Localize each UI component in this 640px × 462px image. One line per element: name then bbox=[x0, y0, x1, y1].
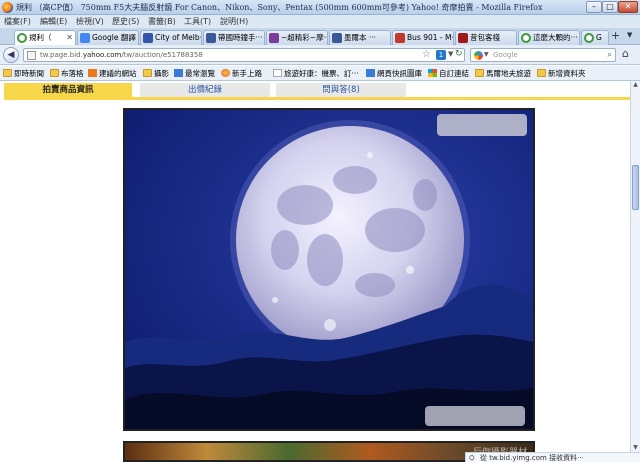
bookmark-item[interactable]: 網頁快訊圖庫 bbox=[366, 68, 422, 79]
search-engine-dropdown-icon[interactable]: ▼ bbox=[484, 51, 489, 58]
close-window-button[interactable]: ✕ bbox=[618, 1, 638, 13]
new-tab-icon[interactable]: + bbox=[611, 29, 620, 42]
inn-icon bbox=[458, 33, 468, 43]
tab-bid-history[interactable]: 出價紀錄 bbox=[140, 83, 270, 97]
most-visited-icon bbox=[174, 69, 183, 77]
url-text: tw.page.bid.yahoo.com/tw/auction/e517883… bbox=[40, 51, 203, 59]
tab-label: 墨爾本 ··· bbox=[344, 33, 377, 42]
tab-facebook-2[interactable]: 墨爾本 ··· bbox=[329, 30, 391, 45]
folder-icon bbox=[50, 69, 59, 77]
city-icon bbox=[143, 33, 153, 43]
home-icon[interactable]: ⌂ bbox=[622, 47, 629, 60]
loading-icon bbox=[584, 33, 594, 43]
bookmark-item[interactable]: 建議的網站 bbox=[88, 68, 137, 79]
tab-label: ~超精彩~摩··· bbox=[281, 33, 328, 42]
tab-item-info[interactable]: 拍賣商品資訊 bbox=[4, 83, 132, 97]
window-title-bar: 規利 （高CP值） 750mm F5大夫腦反射鏡 For Canon、Nikon… bbox=[0, 0, 640, 15]
bookmark-star-icon[interactable]: ☆ bbox=[422, 49, 431, 60]
tab-overflow[interactable]: G bbox=[581, 30, 609, 45]
tab-label: G bbox=[596, 33, 602, 42]
tab-questions[interactable]: 問與答(8) bbox=[276, 83, 406, 97]
list-all-tabs-icon[interactable]: ▼ bbox=[627, 31, 632, 39]
bookmark-item[interactable]: 新增資料夾 bbox=[537, 68, 586, 79]
vertical-scrollbar[interactable]: ▲ ▼ bbox=[630, 81, 640, 453]
tab-facebook-1[interactable]: 帶國時鐘手··· bbox=[203, 30, 265, 45]
facebook-icon bbox=[206, 33, 216, 43]
firefox-icon bbox=[221, 69, 230, 77]
search-icon[interactable]: ⌕ bbox=[608, 50, 612, 60]
tab-label: City of Melb··· bbox=[155, 33, 202, 42]
url-dropdown-icon[interactable]: ▼ bbox=[448, 50, 453, 58]
tab-active[interactable]: 規利（ ✕ bbox=[14, 30, 76, 46]
menu-help[interactable]: 說明(H) bbox=[220, 16, 248, 27]
loading-icon bbox=[521, 33, 531, 43]
tab-strip: 規利（ ✕ Google 翻譯 City of Melb··· 帶國時鐘手···… bbox=[0, 28, 640, 46]
facebook-icon bbox=[332, 33, 342, 43]
scroll-up-icon[interactable]: ▲ bbox=[631, 81, 640, 90]
menu-edit[interactable]: 編輯(E) bbox=[40, 16, 67, 27]
tab-label: 規利（ bbox=[29, 33, 52, 42]
folder-icon bbox=[3, 69, 12, 77]
bookmark-item[interactable]: 布落格 bbox=[50, 68, 84, 79]
loading-icon bbox=[17, 33, 27, 43]
bookmark-item[interactable]: 攝影 bbox=[143, 68, 169, 79]
menu-tools[interactable]: 工具(T) bbox=[184, 16, 211, 27]
reload-icon[interactable]: ↻ bbox=[455, 49, 463, 59]
yahoo-icon bbox=[269, 33, 279, 43]
menu-history[interactable]: 歷史(S) bbox=[112, 16, 139, 27]
tab-label: Bus 901 - M··· bbox=[407, 33, 454, 42]
google-translate-icon bbox=[80, 33, 90, 43]
tab-yahoo[interactable]: ~超精彩~摩··· bbox=[266, 30, 328, 45]
info-badge[interactable]: 1 bbox=[436, 50, 446, 60]
bookmark-item[interactable]: 旅遊好康：機票、訂··· bbox=[273, 68, 359, 79]
web-slice-icon bbox=[366, 69, 375, 77]
tab-label: 昔包客棧 bbox=[470, 33, 500, 42]
search-box[interactable]: ▼ Google ⌕ bbox=[470, 48, 616, 62]
bookmarks-toolbar: 即時新聞 布落格 建議的網站 攝影 最常瀏覽 新手上路 旅遊好康：機票、訂···… bbox=[0, 66, 640, 81]
maximize-button[interactable]: □ bbox=[602, 1, 618, 13]
bookmark-item[interactable]: 自訂連結 bbox=[428, 68, 469, 79]
scroll-thumb[interactable] bbox=[632, 165, 639, 210]
full-moon-image bbox=[125, 110, 533, 429]
folder-icon bbox=[475, 69, 484, 77]
back-button[interactable]: ◀ bbox=[3, 47, 19, 63]
product-photo[interactable] bbox=[123, 108, 535, 431]
menu-bookmarks[interactable]: 書籤(B) bbox=[148, 16, 176, 27]
window-title: 規利 （高CP值） 750mm F5大夫腦反射鏡 For Canon、Nikon… bbox=[16, 3, 543, 12]
bookmark-item[interactable]: 最常瀏覽 bbox=[174, 68, 215, 79]
address-bar[interactable]: tw.page.bid.yahoo.com/tw/auction/e517883… bbox=[23, 48, 465, 62]
page-content: 拍賣商品資訊 出價紀錄 問與答(8) bbox=[0, 81, 630, 462]
status-text: 從 tw.bid.yimg.com 接收資料··· bbox=[480, 454, 584, 462]
search-placeholder: Google bbox=[493, 51, 518, 59]
folder-icon bbox=[143, 69, 152, 77]
menu-bar: 檔案(F) 編輯(E) 檢視(V) 歷史(S) 書籤(B) 工具(T) 說明(H… bbox=[0, 15, 640, 28]
tab-big-moon[interactable]: 這麼大顆的··· bbox=[518, 30, 580, 45]
firefox-icon bbox=[2, 2, 13, 13]
navigation-toolbar: ◀ tw.page.bid.yahoo.com/tw/auction/e5178… bbox=[0, 45, 640, 65]
tab-google-translate[interactable]: Google 翻譯 bbox=[77, 30, 139, 45]
menu-view[interactable]: 檢視(V) bbox=[76, 16, 104, 27]
status-bar: ⛭ 從 tw.bid.yimg.com 接收資料··· bbox=[465, 452, 640, 462]
tab-bus-901[interactable]: Bus 901 - M··· bbox=[392, 30, 454, 45]
tab-label: 帶國時鐘手··· bbox=[218, 33, 263, 42]
page-icon bbox=[273, 69, 282, 77]
windows-icon bbox=[428, 69, 437, 77]
status-loading-icon: ⛭ bbox=[469, 454, 475, 462]
menu-file[interactable]: 檔案(F) bbox=[4, 16, 31, 27]
tab-label: 這麼大顆的··· bbox=[533, 33, 578, 42]
tab-label: Google 翻譯 bbox=[92, 33, 136, 42]
suggested-sites-icon bbox=[88, 69, 97, 77]
tab-backpacker-inn[interactable]: 昔包客棧 bbox=[455, 30, 517, 45]
close-tab-icon[interactable]: ✕ bbox=[66, 31, 73, 44]
bookmark-item[interactable]: 新手上路 bbox=[221, 68, 262, 79]
tab-underline bbox=[4, 97, 630, 100]
page-favicon bbox=[27, 51, 36, 60]
folder-icon bbox=[537, 69, 546, 77]
bookmark-item[interactable]: 馬爾地夫旅遊 bbox=[475, 68, 531, 79]
minimize-button[interactable]: – bbox=[586, 1, 602, 13]
google-icon bbox=[474, 51, 483, 60]
tab-city-of-melbourne[interactable]: City of Melb··· bbox=[140, 30, 202, 45]
bus-icon bbox=[395, 33, 405, 43]
bookmark-item[interactable]: 即時新聞 bbox=[3, 68, 44, 79]
